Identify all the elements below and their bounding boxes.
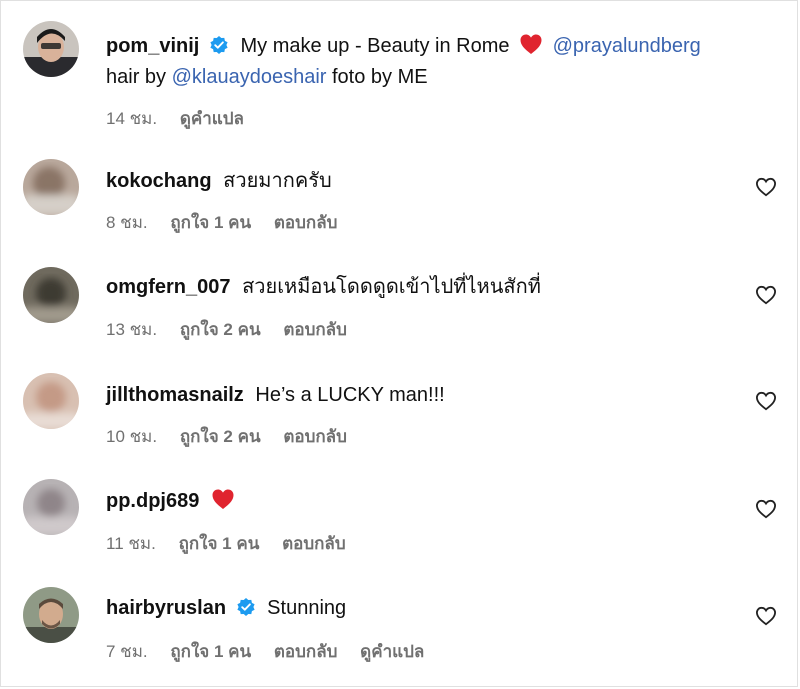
comment-meta: 8 ชม. ถูกใจ 1 คน ตอบกลับ <box>106 209 355 236</box>
caption-time[interactable]: 14 ชม. <box>106 109 157 128</box>
avatar[interactable] <box>23 159 79 215</box>
avatar[interactable] <box>23 373 79 429</box>
see-translation-link[interactable]: ดูคำแปล <box>360 642 424 661</box>
red-heart-emoji-icon <box>520 34 542 54</box>
heart-outline-icon[interactable] <box>755 499 777 519</box>
comment-username[interactable]: kokochang <box>106 170 212 192</box>
comment-line: jillthomasnailz He’s a LUCKY man!!! <box>106 380 445 410</box>
reply-button[interactable]: ตอบกลับ <box>283 427 347 446</box>
comment-panel: pom_vinij My make up - Beauty in Rome @p… <box>0 0 798 687</box>
comment-username[interactable]: hairbyruslan <box>106 597 226 619</box>
comment-time[interactable]: 7 ชม. <box>106 642 148 661</box>
caption-username[interactable]: pom_vinij <box>106 35 199 57</box>
comment-text: Stunning <box>267 597 347 619</box>
heart-outline-icon[interactable] <box>755 391 777 411</box>
avatar[interactable] <box>23 479 79 535</box>
comment-time[interactable]: 10 ชม. <box>106 427 157 446</box>
verified-badge-icon <box>237 598 255 616</box>
reply-button[interactable]: ตอบกลับ <box>282 534 346 553</box>
verified-badge-icon <box>210 36 228 54</box>
reply-button[interactable]: ตอบกลับ <box>274 642 338 661</box>
comment-likes[interactable]: ถูกใจ 1 คน <box>179 534 260 553</box>
comment-time[interactable]: 13 ชม. <box>106 320 157 339</box>
caption-text-c: foto by ME <box>332 66 428 88</box>
comment-time[interactable]: 11 ชม. <box>106 534 156 553</box>
comment-time[interactable]: 8 ชม. <box>106 213 148 232</box>
caption-text-b: hair by <box>106 66 167 88</box>
heart-outline-icon[interactable] <box>755 606 777 626</box>
comment-line: hairbyruslan Stunning <box>106 593 346 623</box>
see-translation-link[interactable]: ดูคำแปล <box>180 109 244 128</box>
comment-username[interactable]: omgfern_007 <box>106 276 231 298</box>
comment-meta: 13 ชม. ถูกใจ 2 คน ตอบกลับ <box>106 316 365 343</box>
comment-likes[interactable]: ถูกใจ 2 คน <box>180 320 261 339</box>
comment-likes[interactable]: ถูกใจ 1 คน <box>170 642 251 661</box>
caption-meta: 14 ชม. ดูคำแปล <box>106 105 262 132</box>
caption-text-a: My make up - Beauty in Rome <box>240 35 510 57</box>
caption-line-2: hair by @klauaydoeshair foto by ME <box>106 62 428 92</box>
reply-button[interactable]: ตอบกลับ <box>283 320 347 339</box>
caption-mention-a[interactable]: @prayalundberg <box>553 35 701 57</box>
heart-outline-icon[interactable] <box>755 177 777 197</box>
comment-line: pp.dpj689 <box>106 486 239 516</box>
comment-text: He’s a LUCKY man!!! <box>255 384 445 406</box>
comment-meta: 10 ชม. ถูกใจ 2 คน ตอบกลับ <box>106 423 365 450</box>
caption-mention-b[interactable]: @klauaydoeshair <box>172 66 327 88</box>
avatar[interactable] <box>23 21 79 77</box>
comment-line: omgfern_007 สวยเหมือนโดดดูดเข้าไปที่ไหนส… <box>106 272 541 302</box>
comment-username[interactable]: pp.dpj689 <box>106 490 199 512</box>
comment-likes[interactable]: ถูกใจ 1 คน <box>170 213 251 232</box>
heart-outline-icon[interactable] <box>755 285 777 305</box>
avatar[interactable] <box>23 267 79 323</box>
red-heart-emoji-icon <box>212 489 234 509</box>
comment-text: สวยมากครับ <box>223 170 332 192</box>
avatar[interactable] <box>23 587 79 643</box>
comment-username[interactable]: jillthomasnailz <box>106 384 244 406</box>
comment-meta: 11 ชม. ถูกใจ 1 คน ตอบกลับ <box>106 530 364 557</box>
caption-line-1: pom_vinij My make up - Beauty in Rome @p… <box>106 31 701 61</box>
comment-text: สวยเหมือนโดดดูดเข้าไปที่ไหนสักที่ <box>242 276 541 298</box>
comment-meta: 7 ชม. ถูกใจ 1 คน ตอบกลับ ดูคำแปล <box>106 638 442 665</box>
comment-likes[interactable]: ถูกใจ 2 คน <box>180 427 261 446</box>
reply-button[interactable]: ตอบกลับ <box>274 213 338 232</box>
comment-line: kokochang สวยมากครับ <box>106 166 332 196</box>
